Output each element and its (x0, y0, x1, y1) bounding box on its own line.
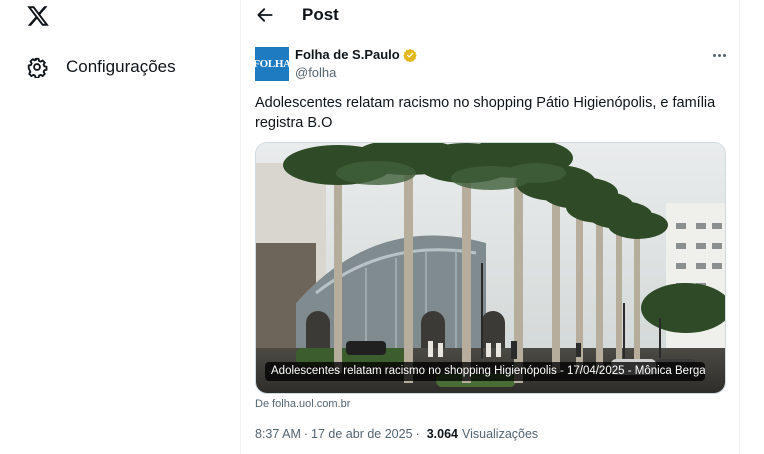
verified-badge-icon (402, 48, 417, 62)
arrow-left-icon[interactable] (255, 5, 275, 25)
author-name-text: Folha de S.Paulo (295, 47, 400, 62)
post-meta: 8:37 AM · 17 de abr de 2025 · 3.064 Visu… (255, 427, 538, 441)
post-time[interactable]: 8:37 AM (255, 427, 301, 441)
link-card[interactable]: Adolescentes relatam racismo no shopping… (255, 142, 726, 394)
more-options-button[interactable] (709, 47, 729, 63)
author-name[interactable]: Folha de S.Paulo (295, 47, 417, 62)
post-header: Post (241, 0, 739, 32)
views-label: Visualizações (461, 427, 539, 441)
meta-separator: · (303, 427, 309, 441)
page-title: Post (302, 5, 339, 24)
x-logo-icon[interactable] (26, 4, 50, 28)
sidebar-item-label: Configurações (66, 57, 176, 76)
sidebar-item-settings[interactable]: Configurações (26, 52, 176, 82)
post-text: Adolescentes relatam racismo no shopping… (255, 95, 716, 131)
card-source-link[interactable]: De folha.uol.com.br (255, 398, 350, 410)
post-date[interactable]: 17 de abr de 2025 (311, 427, 412, 441)
avatar[interactable]: FOLHA (255, 47, 289, 81)
more-horizontal-icon (712, 53, 727, 57)
card-image (256, 143, 725, 393)
author-handle[interactable]: @folha (295, 65, 336, 80)
main-column: Post FOLHA Folha de S.Paulo @folha Adole… (240, 0, 740, 454)
meta-separator: · (415, 427, 420, 441)
avatar-text: FOLHA (255, 58, 289, 70)
card-caption: Adolescentes relatam racismo no shopping… (265, 362, 705, 381)
views-count: 3.064 (426, 427, 458, 441)
gear-icon (27, 57, 48, 78)
